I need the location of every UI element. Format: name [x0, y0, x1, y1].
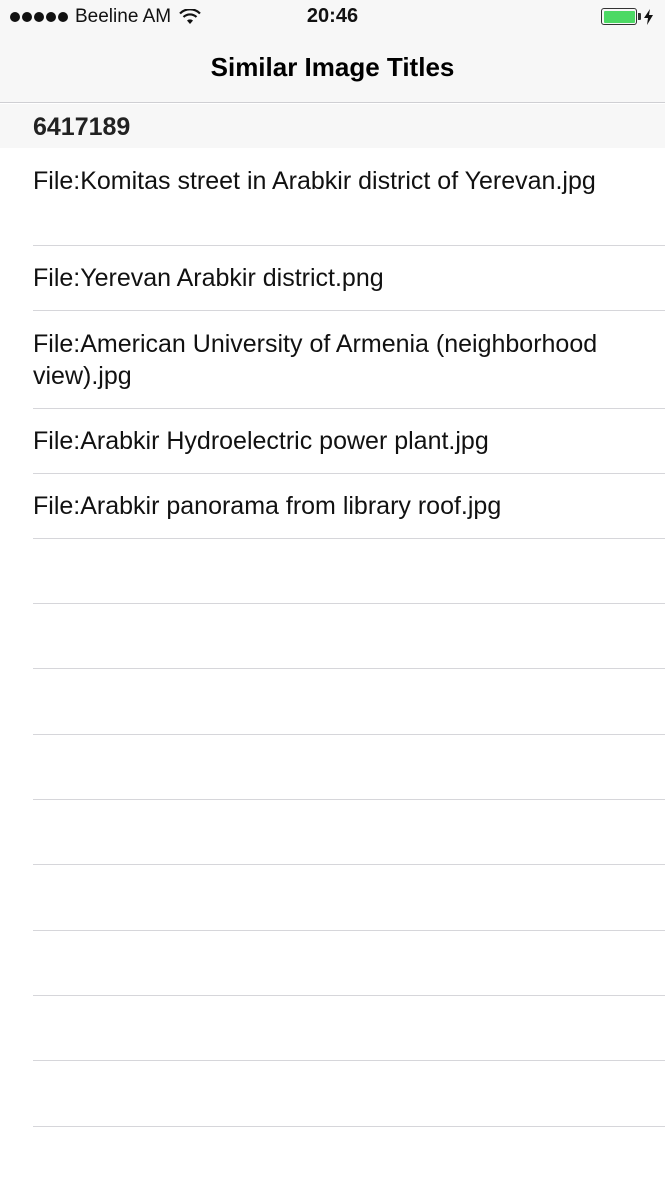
row-separator: [33, 1126, 665, 1127]
section-header: 6417189: [0, 104, 665, 148]
list-item-label: File:Yerevan Arabkir district.png: [33, 264, 384, 292]
list-item[interactable]: [0, 996, 665, 1061]
list-item-label: File:Komitas street in Arabkir district …: [33, 167, 596, 195]
list-item[interactable]: [0, 539, 665, 604]
status-bar: Beeline AM 20:46: [0, 0, 665, 34]
list-item-label: File:Arabkir Hydroelectric power plant.j…: [33, 427, 489, 455]
charging-bolt-icon: [644, 8, 653, 25]
list-item-label: File:American University of Armenia (nei…: [33, 330, 598, 390]
page-title: Similar Image Titles: [210, 52, 455, 82]
battery-icon: [601, 8, 653, 25]
list-item[interactable]: [0, 865, 665, 931]
section-header-label: 6417189: [33, 113, 131, 141]
list-item[interactable]: [0, 669, 665, 735]
list-item[interactable]: [0, 735, 665, 800]
results-list: File:Komitas street in Arabkir district …: [0, 148, 665, 1127]
list-item[interactable]: File:Arabkir Hydroelectric power plant.j…: [0, 409, 665, 474]
list-item[interactable]: File:American University of Armenia (nei…: [0, 311, 665, 409]
list-item[interactable]: [0, 931, 665, 996]
list-item[interactable]: [0, 800, 665, 865]
list-item[interactable]: [0, 1061, 665, 1127]
top-bar: Beeline AM 20:46 Similar Image Titles: [0, 0, 665, 103]
status-time: 20:46: [306, 5, 359, 27]
list-item[interactable]: File:Arabkir panorama from library roof.…: [0, 474, 665, 539]
list-item[interactable]: File:Yerevan Arabkir district.png: [0, 246, 665, 311]
list-item[interactable]: File:Komitas street in Arabkir district …: [0, 148, 665, 246]
list-item-label: File:Arabkir panorama from library roof.…: [33, 492, 502, 520]
battery-fill: [603, 10, 635, 23]
list-item[interactable]: [0, 604, 665, 669]
